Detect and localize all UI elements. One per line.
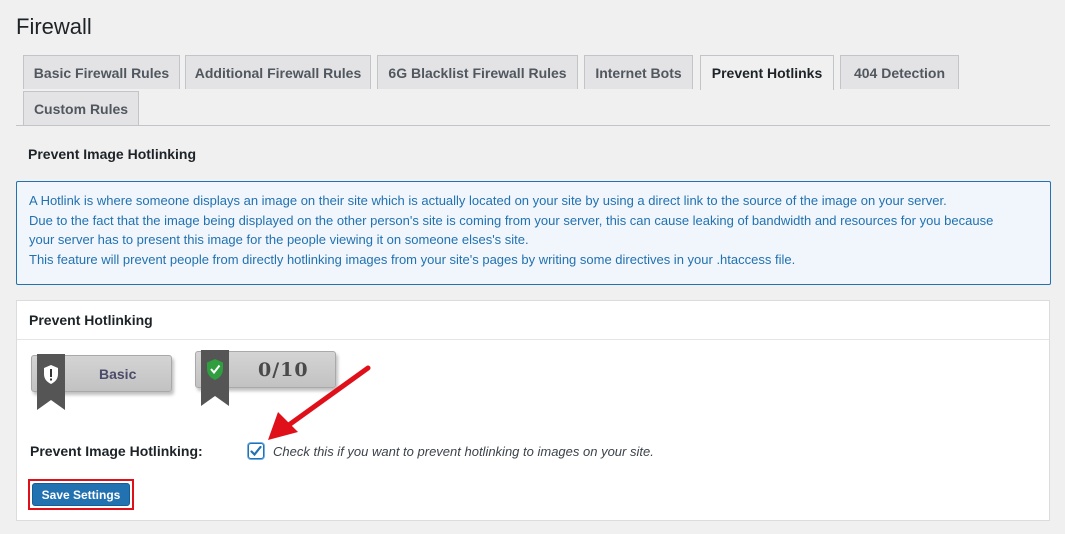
tab-bar: Basic Firewall Rules Additional Firewall…: [16, 55, 1050, 126]
tab-custom-rules[interactable]: Custom Rules: [23, 91, 139, 125]
info-line: A Hotlink is where someone displays an i…: [29, 193, 947, 208]
shield-alert-icon: [37, 354, 65, 410]
info-box: A Hotlink is where someone displays an i…: [16, 181, 1051, 285]
annotation-arrow-icon: [268, 365, 371, 440]
prevent-hotlinking-checkbox[interactable]: [248, 443, 264, 459]
prevent-hotlinking-panel: Prevent Hotlinking: [16, 300, 1050, 521]
tab-additional-firewall-rules[interactable]: Additional Firewall Rules: [185, 55, 371, 89]
checkbox-description: Check this if you want to prevent hotlin…: [273, 444, 654, 459]
badge-label: Basic: [99, 365, 137, 382]
save-settings-button[interactable]: Save Settings: [28, 479, 134, 510]
security-level-badge: Basic: [31, 354, 172, 410]
section-title: Prevent Image Hotlinking: [28, 146, 197, 162]
save-settings-label: Save Settings: [32, 483, 130, 506]
info-line: This feature will prevent people from di…: [29, 251, 796, 267]
page-title: Firewall: [16, 14, 92, 39]
tab-internet-bots[interactable]: Internet Bots: [584, 55, 693, 89]
tab-404-detection[interactable]: 404 Detection: [840, 55, 959, 89]
checkmark-icon: [250, 445, 262, 457]
info-line: Due to the fact that the image being dis…: [29, 212, 994, 228]
info-line: your server has to present this image fo…: [29, 232, 529, 247]
prevent-hotlinking-label: Prevent Image Hotlinking:: [30, 443, 203, 459]
panel-title: Prevent Hotlinking: [17, 301, 1049, 340]
shield-check-icon: [201, 350, 229, 406]
tab-basic-firewall-rules[interactable]: Basic Firewall Rules: [23, 55, 180, 89]
tab-prevent-hotlinks[interactable]: Prevent Hotlinks: [700, 55, 834, 90]
tab-6g-blacklist-firewall-rules[interactable]: 6G Blacklist Firewall Rules: [377, 55, 578, 89]
